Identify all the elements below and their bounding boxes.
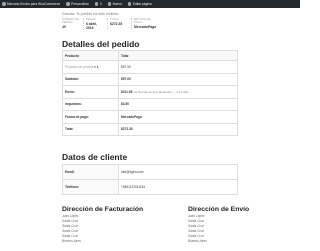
pencil-icon	[127, 2, 132, 6]
summary-label: Total:	[110, 18, 120, 21]
client-details-table: Email: info@4gen.com Teléfono: +54911220…	[62, 164, 238, 195]
admin-edit-link[interactable]: Editar página	[127, 2, 152, 6]
brush-icon	[66, 2, 70, 6]
admin-new-label: Nuevo	[112, 2, 122, 6]
summary-total: Total: $272.35	[110, 18, 132, 30]
table-row: Email: info@4gen.com	[62, 164, 238, 180]
summary-value: 6 abril, 2016	[86, 21, 97, 30]
summary-payment-method: Método de pago: MercadoPago	[134, 18, 156, 30]
admin-site-label: Mercado Envios para WooCommerce	[7, 2, 61, 6]
billing-address: Juan López Santa Cruz Santa Cruz Santa C…	[62, 214, 81, 244]
summary-value: $272.35	[110, 21, 123, 26]
product-total: $57.00	[118, 60, 238, 74]
shipping-address-title: Dirección de Envío	[188, 206, 250, 213]
product-quantity: × 1	[93, 64, 99, 69]
product-column-header: Producto	[62, 50, 119, 61]
client-details-title: Datos de cliente	[62, 152, 128, 162]
order-summary: Número de pedido: 49 Fecha: 6 abril, 201…	[62, 18, 242, 30]
total-label: Total:	[62, 122, 119, 136]
summary-value: 49	[62, 24, 66, 29]
table-row: Envío: $211.95 vía Mercado Envíos (Están…	[62, 85, 238, 99]
plus-icon	[107, 2, 112, 6]
summary-label: Número de pedido:	[62, 18, 79, 24]
product-row: Producto de prueba × 1 $57.00	[62, 60, 238, 74]
table-row: Impuestos: $3.50	[62, 97, 238, 111]
house-icon	[2, 2, 6, 6]
product-cell: Producto de prueba × 1	[62, 60, 119, 74]
tax-amount: $3.50	[121, 102, 129, 107]
phone-value: +5491122011151	[118, 179, 238, 195]
subtotal-amount: $57.00	[121, 77, 131, 82]
admin-customize-label: Personalizar	[71, 2, 89, 6]
table-row: Subtotal: $57.00	[62, 72, 238, 86]
table-header-row: Producto Total	[62, 50, 238, 61]
admin-customize-link[interactable]: Personalizar	[66, 2, 89, 6]
admin-bar: Mercado Envios para WooCommerce Personal…	[0, 0, 300, 8]
admin-comments-count: 0	[99, 2, 102, 6]
tax-value: $3.50	[118, 97, 238, 111]
payment-method-value: MercadoPago	[118, 110, 238, 124]
comment-icon	[94, 2, 99, 6]
table-row: Total: $272.35	[62, 122, 238, 136]
summary-value: MercadoPago	[134, 24, 157, 29]
order-received: Gracias. Tu pedido ha sido recibido. Núm…	[62, 12, 242, 30]
table-row: Forma de pago: MercadoPago	[62, 110, 238, 124]
billing-address-title: Dirección de Facturación	[62, 206, 144, 213]
shipping-method-note: vía Mercado Envíos (Estándar) — 4 a 5 dí…	[133, 89, 189, 94]
email-value: info@4gen.com	[118, 164, 238, 180]
total-column-header: Total	[118, 50, 238, 61]
subtotal-value: $57.00	[118, 72, 238, 86]
admin-site-link[interactable]: Mercado Envios para WooCommerce	[2, 2, 60, 6]
admin-comments-link[interactable]: 0	[94, 2, 102, 6]
payment-method-label: Forma de pago:	[62, 110, 119, 124]
subtotal-label: Subtotal:	[62, 72, 119, 86]
shipping-amount: $211.95	[121, 89, 133, 94]
summary-label: Fecha:	[86, 18, 97, 21]
tax-label: Impuestos:	[62, 97, 119, 111]
order-details-title: Detalles del pedido	[62, 39, 140, 49]
total-value: $272.35	[118, 122, 238, 136]
shipping-value: $211.95 vía Mercado Envíos (Estándar) — …	[118, 85, 238, 99]
address-line: Buenos Aires	[62, 239, 81, 243]
product-link[interactable]: Producto de prueba	[65, 65, 93, 69]
summary-order-number: Número de pedido: 49	[62, 18, 84, 30]
summary-date: Fecha: 6 abril, 2016	[86, 18, 108, 30]
shipping-label: Envío:	[62, 85, 119, 99]
phone-label: Teléfono:	[62, 179, 119, 195]
summary-label: Método de pago:	[134, 18, 151, 24]
table-row: Teléfono: +5491122011151	[62, 179, 238, 195]
admin-edit-label: Editar página	[132, 2, 152, 6]
thanks-message: Gracias. Tu pedido ha sido recibido.	[62, 12, 120, 16]
order-details-table: Producto Total Producto de prueba × 1 $5…	[62, 50, 238, 136]
total-amount: $272.35	[121, 127, 133, 132]
shipping-address: Juan López Santa Cruz Santa Cruz Santa C…	[188, 214, 207, 244]
payment-method-text: MercadoPago	[121, 114, 142, 119]
address-line: Buenos Aires	[188, 239, 207, 243]
email-label: Email:	[62, 164, 119, 180]
admin-new-link[interactable]: Nuevo	[107, 2, 122, 6]
